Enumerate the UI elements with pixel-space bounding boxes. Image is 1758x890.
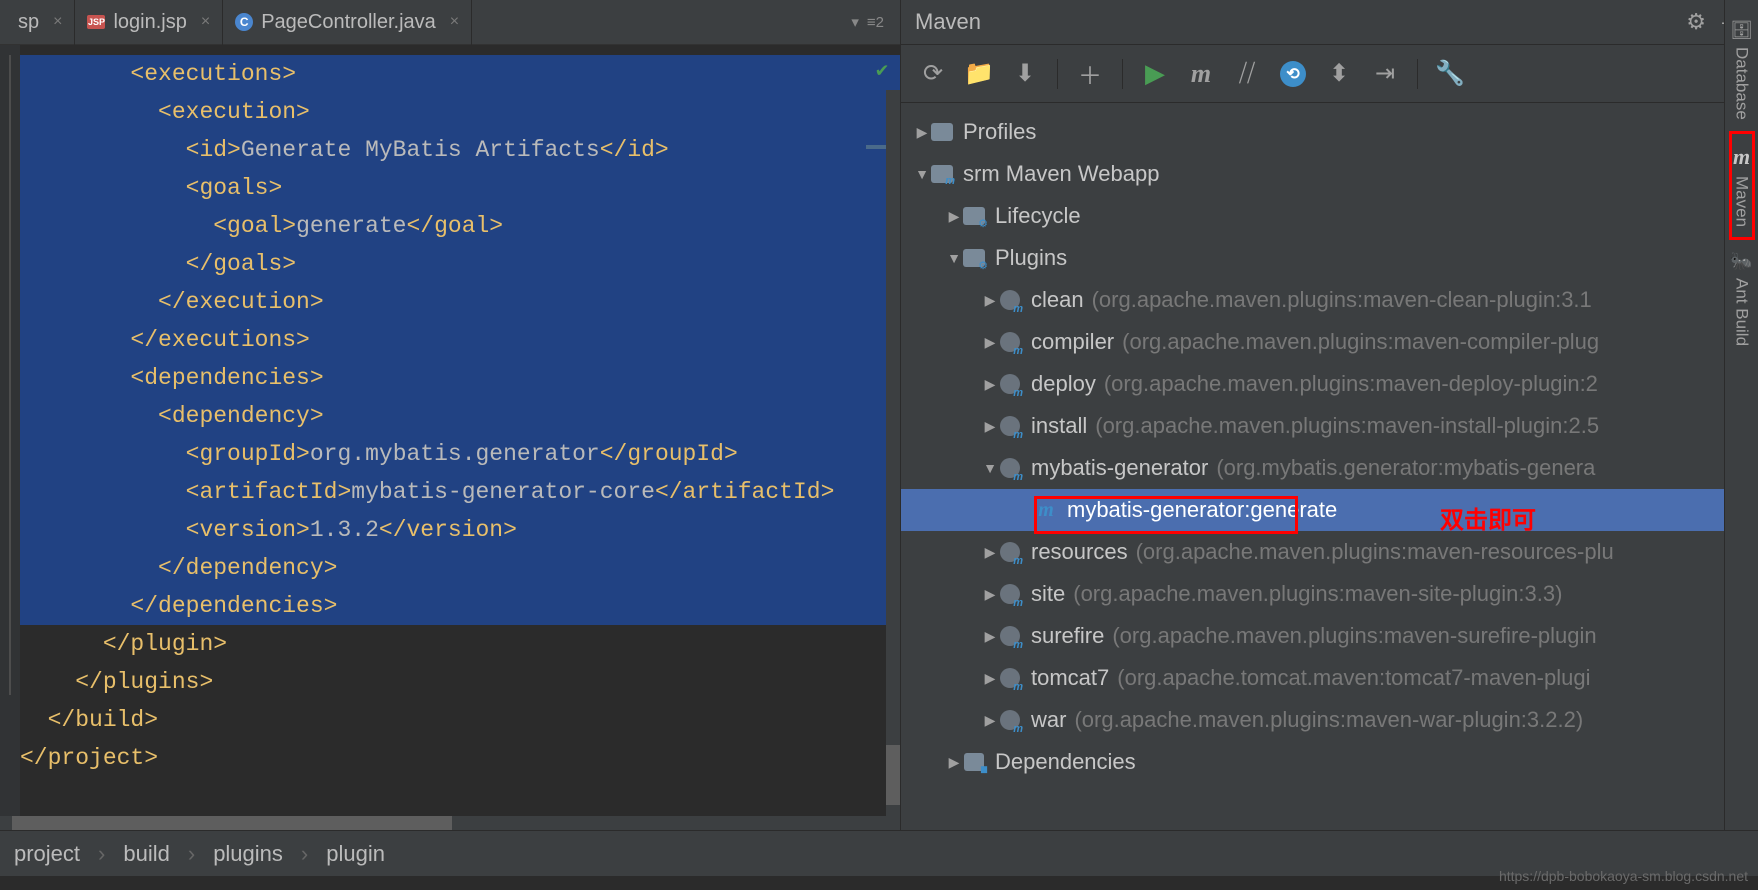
- code-line: <goal>generate</goal>: [20, 207, 900, 245]
- close-icon[interactable]: ×: [450, 13, 459, 31]
- crumb-build[interactable]: build: [123, 841, 169, 867]
- tree-node-lifecycle[interactable]: Lifecycle: [901, 195, 1758, 237]
- code-line: <goals>: [20, 169, 900, 207]
- crumb-project[interactable]: project: [14, 841, 80, 867]
- code-line: <dependencies>: [20, 359, 900, 397]
- code-line: </plugins>: [20, 663, 900, 701]
- tree-node-plugin-surefire[interactable]: surefire(org.apache.maven.plugins:maven-…: [901, 615, 1758, 657]
- tree-node-goal-generate[interactable]: mmybatis-generator:generate: [901, 489, 1758, 531]
- tab-label: sp: [18, 11, 39, 34]
- close-icon[interactable]: ×: [201, 13, 210, 31]
- tab-sp[interactable]: sp ×: [6, 0, 75, 45]
- annotation-text: 双击即可: [1440, 500, 1536, 535]
- tab-count: ≡2: [867, 14, 884, 31]
- tree-node-plugins[interactable]: Plugins: [901, 237, 1758, 279]
- editor-pane: sp× JSPlogin.jsp× CPageController.java× …: [0, 0, 900, 830]
- code-line: </dependency>: [20, 549, 900, 587]
- code-line: <version>1.3.2</version>: [20, 511, 900, 549]
- maven-tool-window: Maven ⚙ — ⟳ 📁 ⬇ ＋ ▶ m ⧸⧸ ⟲ ⬍ ⇥ 🔧 Profile…: [900, 0, 1758, 830]
- maven-toolbar: ⟳ 📁 ⬇ ＋ ▶ m ⧸⧸ ⟲ ⬍ ⇥ 🔧: [901, 45, 1758, 103]
- tab-label: login.jsp: [113, 11, 186, 34]
- horizontal-scrollbar[interactable]: [0, 816, 900, 830]
- tree-node-plugin-site[interactable]: site(org.apache.maven.plugins:maven-site…: [901, 573, 1758, 615]
- right-bar-database[interactable]: 🗄Database: [1730, 10, 1753, 130]
- code-line: </dependencies>: [20, 587, 900, 625]
- reload-icon[interactable]: ⟳: [919, 60, 947, 88]
- tab-label: PageController.java: [261, 11, 436, 34]
- add-icon[interactable]: ＋: [1076, 60, 1104, 88]
- tree-node-plugin-clean[interactable]: clean(org.apache.maven.plugins:maven-cle…: [901, 279, 1758, 321]
- tree-node-root[interactable]: srm Maven Webapp: [901, 153, 1758, 195]
- right-tool-bar: 🗄Database mMaven 🐜Ant Build: [1724, 0, 1758, 830]
- database-icon: 🗄: [1730, 20, 1753, 41]
- right-bar-ant[interactable]: 🐜Ant Build: [1730, 241, 1752, 356]
- tree-node-plugin-resources[interactable]: resources(org.apache.maven.plugins:maven…: [901, 531, 1758, 573]
- scrollbar-thumb[interactable]: [12, 816, 452, 830]
- ant-icon: 🐜: [1730, 251, 1752, 272]
- code-line: </build>: [20, 701, 900, 739]
- toggle-offline-icon[interactable]: ⧸⧸: [1233, 60, 1261, 88]
- maven-title: Maven: [915, 9, 981, 35]
- maven-tree: Profiles srm Maven Webapp Lifecycle Plug…: [901, 103, 1758, 830]
- crumb-plugins[interactable]: plugins: [213, 841, 283, 867]
- code-line: </goals>: [20, 245, 900, 283]
- tree-node-dependencies[interactable]: Dependencies: [901, 741, 1758, 783]
- inspection-ok-icon[interactable]: ✔: [876, 53, 888, 91]
- java-class-icon: C: [235, 13, 253, 31]
- gutter: [0, 45, 20, 816]
- code-line: <executions>: [20, 55, 900, 93]
- code-line: <id>Generate MyBatis Artifacts</id>: [20, 131, 900, 169]
- breadcrumb: project› build› plugins› plugin: [0, 830, 1758, 876]
- tree-node-plugin-install[interactable]: install(org.apache.maven.plugins:maven-i…: [901, 405, 1758, 447]
- close-icon[interactable]: ×: [53, 13, 62, 31]
- tab-pagecontroller[interactable]: C PageController.java ×: [223, 0, 472, 45]
- tree-node-plugin-deploy[interactable]: deploy(org.apache.maven.plugins:maven-de…: [901, 363, 1758, 405]
- skip-tests-icon[interactable]: ⟲: [1279, 60, 1307, 88]
- tree-node-plugin-compiler[interactable]: compiler(org.apache.maven.plugins:maven-…: [901, 321, 1758, 363]
- tree-node-profiles[interactable]: Profiles: [901, 111, 1758, 153]
- generate-sources-icon[interactable]: 📁: [965, 60, 993, 88]
- execute-goal-icon[interactable]: m: [1187, 60, 1215, 88]
- download-icon[interactable]: ⬇: [1011, 60, 1039, 88]
- code-line: </plugin>: [20, 625, 900, 663]
- code-line: <execution>: [20, 93, 900, 131]
- gear-icon[interactable]: ⚙: [1686, 9, 1706, 35]
- run-icon[interactable]: ▶: [1141, 60, 1169, 88]
- vertical-scrollbar[interactable]: [886, 90, 900, 816]
- code-line: <artifactId>mybatis-generator-core</arti…: [20, 473, 900, 511]
- code-line: </executions>: [20, 321, 900, 359]
- code-line: </execution>: [20, 283, 900, 321]
- code-editor[interactable]: ✔ <executions> <execution> <id>Generate …: [0, 45, 900, 816]
- tab-login-jsp[interactable]: JSP login.jsp ×: [75, 0, 223, 45]
- tree-node-plugin-war[interactable]: war(org.apache.maven.plugins:maven-war-p…: [901, 699, 1758, 741]
- maven-icon: m: [1733, 144, 1750, 170]
- settings-icon[interactable]: 🔧: [1436, 60, 1464, 88]
- jsp-icon: JSP: [87, 15, 105, 29]
- code-line: <groupId>org.mybatis.generator</groupId>: [20, 435, 900, 473]
- code-line: </project>: [20, 739, 900, 777]
- scrollbar-thumb[interactable]: [886, 745, 900, 805]
- watermark: https://dpb-bobokaoya-sm.blog.csdn.net: [1499, 868, 1748, 884]
- crumb-plugin[interactable]: plugin: [326, 841, 385, 867]
- collapse-all-icon[interactable]: ⇥: [1371, 60, 1399, 88]
- tab-overflow-icon[interactable]: ▾: [851, 13, 859, 31]
- show-dependencies-icon[interactable]: ⬍: [1325, 60, 1353, 88]
- right-bar-maven[interactable]: mMaven: [1732, 134, 1752, 237]
- tree-node-plugin-mybatis-generator[interactable]: mybatis-generator(org.mybatis.generator:…: [901, 447, 1758, 489]
- code-line: <dependency>: [20, 397, 900, 435]
- tree-node-plugin-tomcat7[interactable]: tomcat7(org.apache.tomcat.maven:tomcat7-…: [901, 657, 1758, 699]
- editor-tabs: sp× JSPlogin.jsp× CPageController.java× …: [0, 0, 900, 45]
